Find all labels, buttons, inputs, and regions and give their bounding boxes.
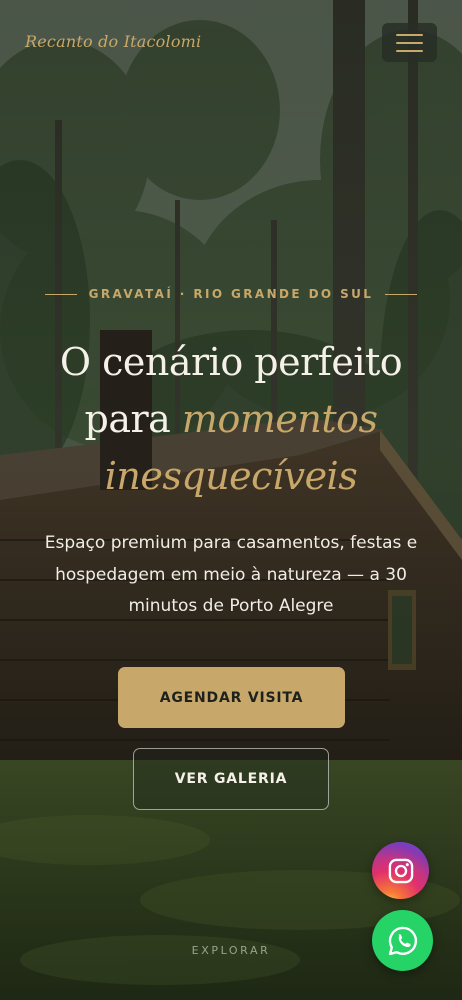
location-kicker: GRAVATAÍ · RIO GRANDE DO SUL xyxy=(0,287,462,301)
instagram-button[interactable] xyxy=(372,842,429,899)
view-gallery-button[interactable]: VER GALERIA xyxy=(133,748,329,810)
hamburger-icon xyxy=(396,33,423,36)
kicker-text: GRAVATAÍ · RIO GRANDE DO SUL xyxy=(88,287,374,301)
headline-line-3-accent: inesquecíveis xyxy=(104,454,358,498)
hero-subtitle: Espaço premium para casamentos, festas e… xyxy=(44,533,418,616)
hero-headline: O cenário perfeito para momentos inesque… xyxy=(0,334,462,505)
brand-logo-text[interactable]: Recanto do Itacolomi xyxy=(25,32,201,51)
hamburger-icon-bar xyxy=(396,41,423,44)
headline-line-2-plain: para xyxy=(84,397,171,441)
hamburger-icon-bar xyxy=(396,49,423,52)
kicker-divider-right xyxy=(385,293,418,295)
headline-line-2-accent: momentos xyxy=(181,397,378,441)
schedule-visit-button[interactable]: AGENDAR VISITA xyxy=(118,667,345,728)
menu-button[interactable] xyxy=(382,23,437,62)
kicker-divider-left xyxy=(44,293,77,295)
headline-line-1: O cenário perfeito xyxy=(59,340,403,384)
whatsapp-button[interactable] xyxy=(372,910,433,971)
whatsapp-icon xyxy=(388,926,417,955)
instagram-icon xyxy=(388,858,413,883)
